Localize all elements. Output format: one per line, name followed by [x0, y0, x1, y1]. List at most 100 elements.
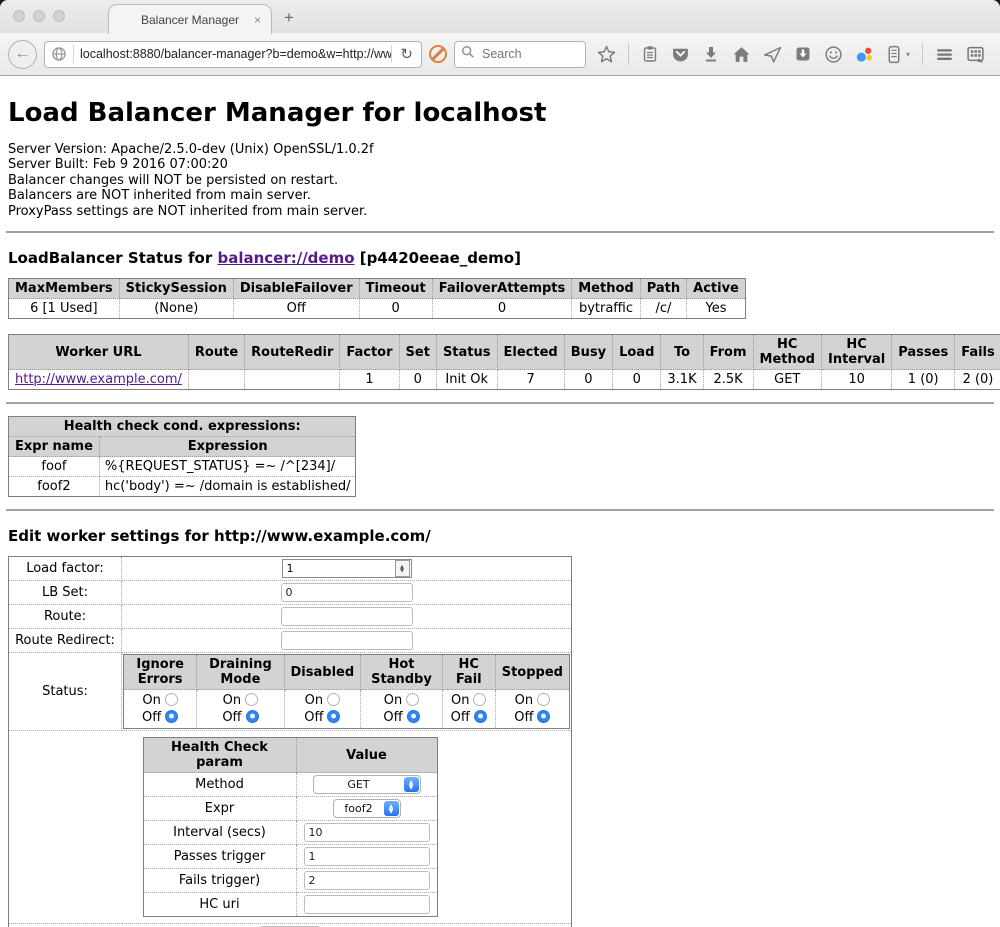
- downloads-icon[interactable]: [702, 45, 720, 63]
- hc-expr-title: Health check cond. expressions:: [9, 417, 356, 437]
- forum-smiley-icon[interactable]: [824, 45, 843, 64]
- cell-passes: 1 (0): [892, 370, 955, 390]
- col-from: From: [703, 335, 753, 370]
- balancer-demo-link[interactable]: balancer://demo: [217, 249, 354, 267]
- close-tab-icon[interactable]: ×: [254, 13, 261, 27]
- col-hc-interval: HC Interval: [821, 335, 891, 370]
- col-active: Active: [687, 279, 746, 299]
- hc-fail-on-radio[interactable]: [473, 693, 486, 706]
- url-bar[interactable]: localhost:8880/balancer-manager?b=demo&w…: [44, 41, 422, 68]
- stopped-on-radio[interactable]: [537, 693, 550, 706]
- chevron-down-icon[interactable]: ▾: [906, 50, 910, 59]
- col-elected: Elected: [497, 335, 564, 370]
- col-hc-method: HC Method: [753, 335, 821, 370]
- draining-mode-on-radio[interactable]: [245, 693, 258, 706]
- stopped-off-radio[interactable]: [537, 710, 550, 723]
- cell-hc-method: GET: [753, 370, 821, 390]
- hc-params-row: Health Check param Value Method GET ▲▼: [9, 731, 572, 924]
- search-bar[interactable]: [454, 41, 586, 68]
- cell-expr-name: foof: [9, 457, 100, 477]
- hc-passes-cell: [296, 845, 437, 869]
- submit-row: Submit: [9, 924, 572, 927]
- tab-balancer-manager[interactable]: Balancer Manager ×: [108, 4, 272, 34]
- reading-list-icon[interactable]: [641, 45, 659, 63]
- close-window-button[interactable]: [13, 10, 25, 22]
- hc-interval-input[interactable]: [304, 823, 430, 842]
- route-redirect-label: Route Redirect:: [9, 629, 122, 653]
- hc-expr-row: Expr foof2 ▲▼: [143, 797, 437, 821]
- url-text[interactable]: localhost:8880/balancer-manager?b=demo&w…: [74, 47, 391, 61]
- colored-dots-extension-icon[interactable]: [855, 45, 874, 64]
- pocket-icon[interactable]: [671, 45, 690, 64]
- disabled-cell: On Off: [284, 690, 361, 729]
- reload-icon[interactable]: ↻: [392, 45, 421, 63]
- hot-standby-off-radio[interactable]: [407, 710, 420, 723]
- load-factor-cell: ▲▼: [122, 557, 572, 581]
- home-icon[interactable]: [732, 45, 751, 64]
- worker-settings-form: Load factor: ▲▼ LB Set: Route: Route Red…: [8, 556, 992, 927]
- worker-settings-table: Load factor: ▲▼ LB Set: Route: Route Red…: [8, 556, 572, 927]
- hc-method-row: Method GET ▲▼: [143, 773, 437, 797]
- hc-expr-row-foof2: foof2 hc('body') =~ /domain is establish…: [9, 477, 356, 497]
- hc-interval-label: Interval (secs): [143, 821, 296, 845]
- screenshot-extension-icon[interactable]: [966, 45, 985, 64]
- hc-uri-input[interactable]: [304, 895, 430, 914]
- cell-hc-interval: 10: [821, 370, 891, 390]
- submit-cell: Submit: [9, 924, 572, 927]
- worker-url-link[interactable]: http://www.example.com/: [15, 372, 182, 387]
- cell-busy: 0: [564, 370, 612, 390]
- search-input[interactable]: [480, 46, 570, 62]
- menu-hamburger-icon[interactable]: [935, 45, 954, 64]
- ignore-errors-off-radio[interactable]: [165, 710, 178, 723]
- hc-fail-off-radio[interactable]: [474, 710, 487, 723]
- send-tab-icon[interactable]: [763, 45, 782, 64]
- site-identity-globe-icon[interactable]: [45, 46, 73, 62]
- cell-worker-url: http://www.example.com/: [9, 370, 189, 390]
- number-stepper-icon[interactable]: ▲▼: [395, 560, 410, 577]
- method-select[interactable]: GET ▲▼: [313, 775, 421, 794]
- off-label: Off: [451, 710, 470, 725]
- expr-select[interactable]: foof2 ▲▼: [333, 799, 401, 818]
- disabled-off-radio[interactable]: [327, 710, 340, 723]
- new-tab-button[interactable]: +: [284, 8, 294, 28]
- content-blocked-icon[interactable]: [429, 45, 447, 63]
- edit-worker-heading: Edit worker settings for http://www.exam…: [8, 527, 992, 545]
- cell-path: /c/: [640, 299, 686, 319]
- zoom-window-button[interactable]: [53, 10, 65, 22]
- select-stepper-icon: ▲▼: [384, 801, 399, 816]
- ignore-errors-cell: On Off: [124, 690, 197, 729]
- load-factor-input[interactable]: [283, 562, 395, 575]
- back-button[interactable]: ←: [8, 40, 37, 69]
- col-ignore-errors: Ignore Errors: [124, 655, 197, 690]
- hc-fails-row: Fails trigger): [143, 869, 437, 893]
- lb-set-input[interactable]: [281, 583, 413, 602]
- hc-expr-cell: foof2 ▲▼: [296, 797, 437, 821]
- disabled-on-radio[interactable]: [327, 693, 340, 706]
- col-disablefailover: DisableFailover: [233, 279, 359, 299]
- minimize-window-button[interactable]: [33, 10, 45, 22]
- divider-1: [6, 231, 994, 233]
- device-sync-icon[interactable]: [794, 45, 812, 63]
- hc-passes-input[interactable]: [304, 847, 430, 866]
- hot-standby-cell: On Off: [361, 690, 443, 729]
- hc-fails-input[interactable]: [304, 871, 430, 890]
- route-label: Route:: [9, 605, 122, 629]
- tab-strip: Balancer Manager × +: [0, 0, 1000, 33]
- hot-standby-on-radio[interactable]: [406, 693, 419, 706]
- route-redirect-input[interactable]: [281, 631, 413, 650]
- off-label: Off: [142, 710, 161, 725]
- route-input[interactable]: [281, 607, 413, 626]
- col-expression: Expression: [99, 437, 356, 457]
- status-row: Status: Ignore Errors Draining Mode Disa…: [9, 653, 572, 731]
- col-set: Set: [399, 335, 436, 370]
- container-extension-icon[interactable]: [886, 45, 902, 64]
- persist-note-line: Balancer changes will NOT be persisted o…: [8, 173, 992, 188]
- draining-mode-off-radio[interactable]: [246, 710, 259, 723]
- ignore-errors-on-radio[interactable]: [165, 693, 178, 706]
- col-stickysession: StickySession: [119, 279, 233, 299]
- col-hc-value: Value: [296, 738, 437, 773]
- route-row: Route:: [9, 605, 572, 629]
- hc-uri-row: HC uri: [143, 893, 437, 917]
- bookmark-star-icon[interactable]: [597, 45, 616, 64]
- route-redirect-row: Route Redirect:: [9, 629, 572, 653]
